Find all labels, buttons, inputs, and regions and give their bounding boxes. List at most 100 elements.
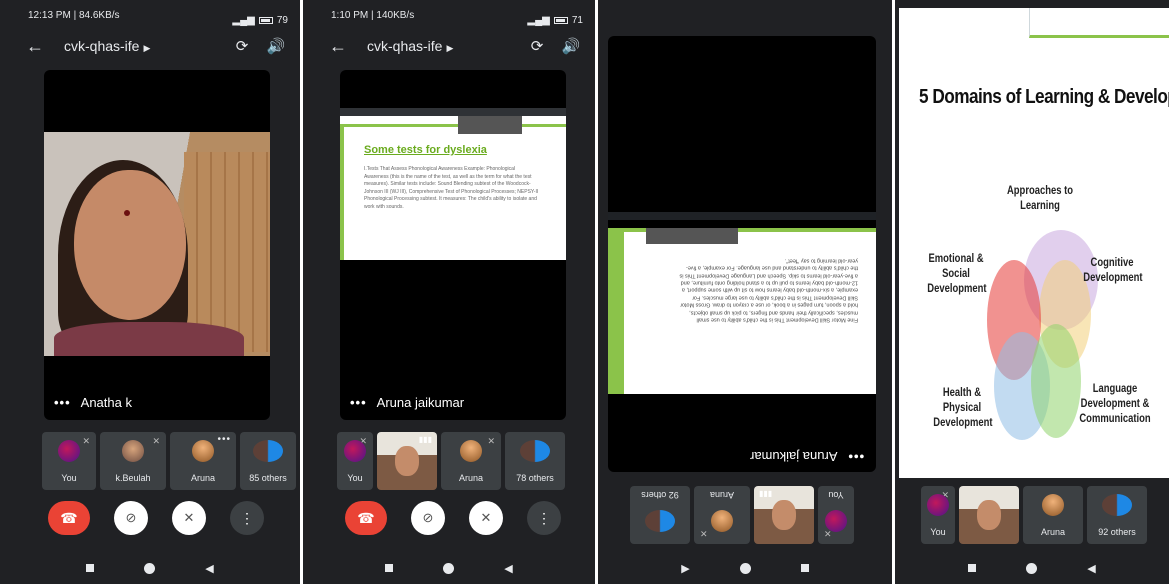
mic-off-icon: ✕: [700, 529, 708, 539]
screenshot-collage: 12:13 PM | 84.6KB/s ▂▄▆ 79 ← cvk-qhas-ife…: [0, 0, 1169, 584]
participant-tile[interactable]: ✕ Aruna: [441, 432, 501, 490]
status-icons: ▂▄▆ 79: [232, 14, 288, 26]
domain-label: Emotional & Social Development: [927, 253, 987, 295]
chevron-right-icon: ▶: [446, 43, 454, 53]
home-icon[interactable]: [443, 562, 455, 574]
main-video-tile[interactable]: Some tests for dyslexia I.Tests That Ass…: [340, 70, 566, 420]
participant-video: [44, 132, 270, 356]
main-video-tile[interactable]: Fine Motor Skill Development This is the…: [608, 36, 876, 472]
participant-tile[interactable]: ✕ You: [818, 486, 854, 544]
participant-strip: 92 others ✕ Aruna ▮▮▮ ✕ You: [630, 486, 854, 544]
back-icon[interactable]: ◀: [205, 562, 213, 575]
participant-tile[interactable]: ✕ You: [337, 432, 373, 490]
tile-name-label: •••Aruna jaikumar: [749, 449, 864, 464]
battery-icon: [258, 16, 273, 24]
more-horiz-icon[interactable]: •••: [217, 434, 231, 445]
camera-off-button[interactable]: ⊘: [411, 501, 445, 535]
avatar: [927, 494, 949, 516]
more-options-button[interactable]: ⋮: [230, 501, 264, 535]
battery-icon: [553, 16, 568, 24]
signal-icon: ▂▄▆: [527, 14, 550, 26]
android-nav-bar: ◀: [895, 556, 1169, 580]
recents-icon[interactable]: [800, 564, 809, 572]
meeting-code[interactable]: cvk-qhas-ife ▶: [367, 38, 527, 54]
avatar-group: [1102, 494, 1132, 516]
status-bar: 12:13 PM | 84.6KB/s ▂▄▆ 79: [0, 0, 300, 30]
self-video-thumbnail[interactable]: ▮▮▮: [754, 486, 814, 544]
meeting-header: ← cvk-qhas-ife ▶ ⟳ 🔊: [303, 32, 595, 60]
presentation-slide: 5 Domains of Learning & Development Appr…: [899, 8, 1169, 478]
speaker-icon[interactable]: 🔊: [266, 37, 286, 55]
recents-icon[interactable]: [385, 564, 394, 572]
avatar: [460, 440, 482, 462]
back-arrow-icon[interactable]: ←: [26, 36, 44, 57]
self-video-thumbnail[interactable]: [959, 486, 1019, 544]
switch-camera-icon[interactable]: ⟳: [232, 37, 252, 55]
status-time: 12:13 PM | 84.6KB/s: [28, 10, 120, 21]
others-tile[interactable]: 78 others: [505, 432, 565, 490]
home-icon[interactable]: [144, 562, 156, 574]
participant-tile[interactable]: ••• Aruna: [170, 432, 236, 490]
tile-name-label: ••• Anatha k: [54, 395, 132, 410]
participant-strip: ✕ You Aruna 92 others: [921, 486, 1147, 544]
mic-off-icon: ✕: [152, 436, 160, 446]
status-icons: ▂▄▆ 71: [527, 14, 583, 26]
switch-camera-icon[interactable]: ⟳: [527, 37, 547, 55]
call-controls: ☎ ⊘ ✕ ⋮: [48, 501, 264, 535]
avatar: [58, 440, 80, 462]
domain-label: Health & Physical Development: [933, 387, 993, 429]
others-tile[interactable]: 85 others: [240, 432, 296, 490]
self-video-thumbnail[interactable]: ▮▮▮: [377, 432, 437, 490]
status-time: 1:10 PM | 140KB/s: [331, 10, 415, 21]
more-horiz-icon[interactable]: •••: [350, 395, 367, 410]
participant-tile[interactable]: ✕ You: [42, 432, 96, 490]
phone-screen-3: Fine Motor Skill Development This is the…: [598, 0, 892, 584]
domain-label: Cognitive Development: [1083, 257, 1143, 284]
slide-title: Some tests for dyslexia: [364, 144, 487, 156]
more-options-button[interactable]: ⋮: [527, 501, 561, 535]
mic-off-button[interactable]: ✕: [469, 501, 503, 535]
phone-screen-2: 1:10 PM | 140KB/s ▂▄▆ 71 ← cvk-qhas-ife ▶ …: [303, 0, 595, 584]
home-icon[interactable]: [739, 562, 751, 574]
android-nav-bar: ◀: [0, 556, 300, 580]
phone-screen-4: 5 Domains of Learning & Development Appr…: [895, 0, 1169, 584]
android-nav-bar: ◀: [303, 556, 595, 580]
back-arrow-icon[interactable]: ←: [329, 36, 347, 57]
more-horiz-icon[interactable]: •••: [54, 395, 71, 410]
camera-off-button[interactable]: ⊘: [114, 501, 148, 535]
participant-tile[interactable]: ✕ You: [921, 486, 955, 544]
back-icon[interactable]: ▶: [681, 562, 689, 575]
recents-icon[interactable]: [968, 564, 977, 572]
status-bar: 1:10 PM | 140KB/s ▂▄▆ 71: [303, 0, 595, 30]
speaker-icon[interactable]: 🔊: [561, 37, 581, 55]
more-horiz-icon[interactable]: •••: [847, 449, 864, 464]
phone-screen-1: 12:13 PM | 84.6KB/s ▂▄▆ 79 ← cvk-qhas-ife…: [0, 0, 300, 584]
meeting-header: ← cvk-qhas-ife ▶ ⟳ 🔊: [0, 32, 300, 60]
back-icon[interactable]: ◀: [504, 562, 512, 575]
end-call-button[interactable]: ☎: [345, 501, 387, 535]
domain-label: Language Development & Communication: [1079, 383, 1151, 425]
others-tile[interactable]: 92 others: [630, 486, 690, 544]
end-call-button[interactable]: ☎: [48, 501, 90, 535]
avatar: [344, 440, 366, 462]
participant-tile[interactable]: Aruna: [1023, 486, 1083, 544]
audio-level-icon: ▮▮▮: [418, 435, 432, 444]
recents-icon[interactable]: [86, 564, 95, 572]
mic-off-button[interactable]: ✕: [172, 501, 206, 535]
main-video-tile[interactable]: ••• Anatha k: [44, 70, 270, 420]
signal-icon: ▂▄▆: [232, 14, 255, 26]
others-tile[interactable]: 92 others: [1087, 486, 1147, 544]
home-icon[interactable]: [1026, 562, 1038, 574]
avatar-group: [520, 440, 550, 462]
call-controls: ☎ ⊘ ✕ ⋮: [345, 501, 561, 535]
participant-tile[interactable]: ✕ Aruna: [694, 486, 750, 544]
meeting-code[interactable]: cvk-qhas-ife ▶: [64, 38, 232, 54]
avatar: [825, 510, 847, 532]
mic-off-icon: ✕: [487, 436, 495, 446]
domain-label: Approaches to Learning: [1006, 185, 1074, 212]
slide-body: Fine Motor Skill Development This is the…: [679, 257, 858, 323]
venn-circle-language: [1031, 324, 1081, 438]
participant-tile[interactable]: ✕ k.Beulah: [100, 432, 166, 490]
back-icon[interactable]: ◀: [1087, 562, 1095, 575]
presentation-slide: Fine Motor Skill Development This is the…: [608, 228, 876, 394]
